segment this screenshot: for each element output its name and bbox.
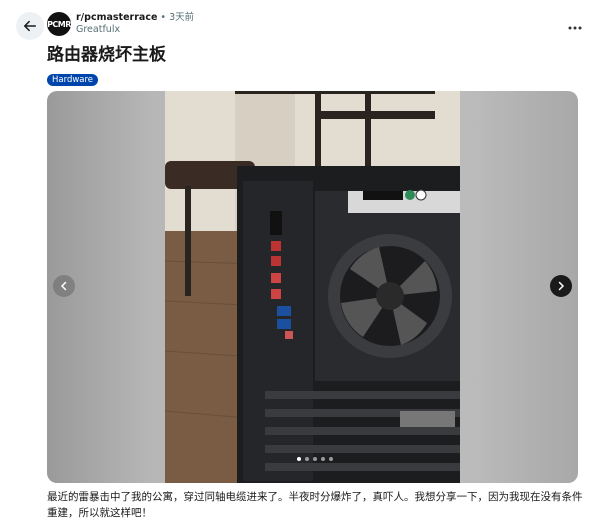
subreddit-link[interactable]: r/pcmasterrace [76, 12, 157, 23]
gallery-dot[interactable] [313, 457, 317, 461]
more-horizontal-icon [568, 26, 582, 30]
more-options-button[interactable] [568, 18, 582, 34]
post-body: 最近的雷暴击中了我的公寓，穿过同轴电缆进来了。半夜时分爆炸了，真吓人。我想分享一… [47, 491, 583, 519]
image-gallery[interactable] [47, 91, 578, 483]
gallery-dot[interactable] [329, 457, 333, 461]
chevron-left-icon [60, 281, 67, 291]
flair-badge[interactable]: Hardware [47, 74, 99, 86]
gallery-prev-button[interactable] [53, 275, 75, 297]
subreddit-avatar[interactable]: PCMR [47, 12, 71, 36]
meta-separator: • [160, 12, 167, 23]
arrow-left-icon [23, 20, 37, 32]
gallery-next-button[interactable] [550, 275, 572, 297]
back-button[interactable] [16, 12, 44, 40]
gallery-pagination [297, 457, 333, 461]
post-title: 路由器烧坏主板 [47, 45, 166, 65]
gallery-dot[interactable] [305, 457, 309, 461]
gallery-dot[interactable] [321, 457, 325, 461]
post-meta: r/pcmasterrace • 3天前 Greatfulx [76, 12, 194, 36]
chevron-right-icon [558, 281, 565, 291]
gallery-photo [165, 91, 460, 483]
post-time: 3天前 [169, 12, 195, 23]
gallery-dot[interactable] [297, 457, 301, 461]
author-link[interactable]: Greatfulx [76, 24, 194, 36]
